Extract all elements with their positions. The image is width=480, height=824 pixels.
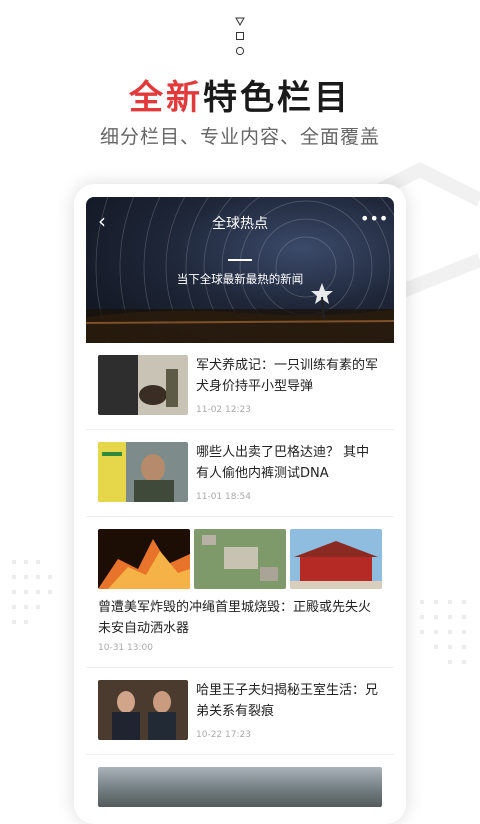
news-thumbnail bbox=[98, 529, 190, 589]
news-list: 军犬养成记：一只训练有素的军犬身价持平小型导弹 11-02 12:23 哪些人出… bbox=[86, 343, 394, 807]
news-time: 10-31 13:00 bbox=[98, 643, 153, 653]
news-text: 哈里王子夫妇揭秘王室生活：兄弟关系有裂痕 10-22 17:23 bbox=[196, 680, 382, 740]
hero-title-rest: 特色栏目 bbox=[203, 78, 351, 118]
nav-title: 全球热点 bbox=[212, 216, 268, 232]
news-title: 军犬养成记：一只训练有素的军犬身价持平小型导弹 bbox=[196, 358, 379, 394]
banner: ‹ 全球热点 ••• 当下全球最新最热的新闻 bbox=[86, 197, 394, 343]
news-thumbnail bbox=[98, 680, 188, 740]
banner-divider bbox=[228, 259, 252, 261]
more-icon: ••• bbox=[360, 209, 389, 228]
hero-title: 全新特色栏目 bbox=[0, 70, 480, 119]
news-thumbnail bbox=[98, 442, 188, 502]
hero-subtitle: 细分栏目、专业内容、全面覆盖 bbox=[99, 126, 380, 148]
news-thumbnail bbox=[290, 529, 382, 589]
triangle-icon bbox=[235, 16, 245, 27]
news-title: 哈里王子夫妇揭秘王室生活：兄弟关系有裂痕 bbox=[196, 683, 379, 719]
news-title: 哪些人出卖了巴格达迪？ 其中有人偷他内裤测试DNA bbox=[196, 445, 370, 481]
news-thumbnail[interactable] bbox=[98, 767, 382, 807]
circle-icon bbox=[235, 46, 245, 57]
banner-subtitle: 当下全球最新最热的新闻 bbox=[176, 272, 304, 286]
multi-image-news-item[interactable]: 曾遭美军炸毁的冲绳首里城烧毁：正殿或先失火 未安自动洒水器 10-31 13:0… bbox=[86, 517, 394, 668]
thumbnail-row bbox=[98, 529, 382, 589]
news-text: 军犬养成记：一只训练有素的军犬身价持平小型导弹 11-02 12:23 bbox=[196, 355, 382, 415]
news-time: 10-22 17:23 bbox=[196, 730, 251, 740]
news-item[interactable]: 军犬养成记：一只训练有素的军犬身价持平小型导弹 11-02 12:23 bbox=[86, 343, 394, 430]
phone-screen: ‹ 全球热点 ••• 当下全球最新最热的新闻 军犬养成记：一只训练有素的军犬身价… bbox=[86, 197, 394, 817]
news-item[interactable]: 哈里王子夫妇揭秘王室生活：兄弟关系有裂痕 10-22 17:23 bbox=[86, 668, 394, 755]
news-thumbnail bbox=[98, 355, 188, 415]
news-text: 哪些人出卖了巴格达迪？ 其中有人偷他内裤测试DNA 11-01 18:54 bbox=[196, 442, 382, 502]
news-title: 曾遭美军炸毁的冲绳首里城烧毁：正殿或先失火 未安自动洒水器 bbox=[98, 600, 372, 636]
more-button[interactable]: ••• bbox=[360, 211, 388, 227]
news-thumbnail bbox=[194, 529, 286, 589]
news-time: 11-02 12:23 bbox=[196, 405, 251, 415]
square-icon bbox=[235, 31, 245, 42]
hero-title-accent: 全新 bbox=[129, 78, 203, 118]
status-bar bbox=[0, 16, 480, 57]
news-item[interactable]: 哪些人出卖了巴格达迪？ 其中有人偷他内裤测试DNA 11-01 18:54 bbox=[86, 430, 394, 517]
news-time: 11-01 18:54 bbox=[196, 492, 251, 502]
